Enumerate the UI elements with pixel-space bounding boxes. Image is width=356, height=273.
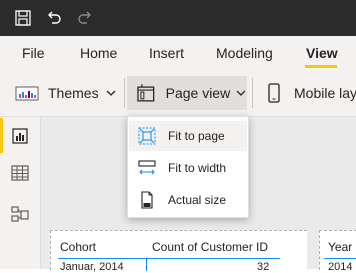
save-icon[interactable] (13, 8, 33, 28)
chevron-down-icon (236, 90, 246, 96)
chevron-down-icon (106, 90, 116, 96)
menu-item-label: Fit to page (168, 129, 225, 143)
ribbon-tabs: File Home Insert Modeling View (0, 36, 356, 70)
themes-icon (15, 86, 39, 101)
model-view-icon[interactable] (10, 204, 30, 224)
tab-home[interactable]: Home (80, 45, 117, 61)
header-divider (324, 258, 356, 259)
table-cell-year: 2014 (328, 261, 353, 273)
table-cell-cohort: Januar, 2014 (60, 261, 124, 273)
undo-icon[interactable] (44, 8, 64, 28)
header-divider (58, 258, 280, 259)
menu-item-label: Fit to width (168, 161, 227, 175)
tab-view[interactable]: View (306, 45, 338, 61)
active-view-indicator (0, 118, 3, 153)
column-header-year[interactable]: Year (328, 240, 352, 254)
title-bar (0, 0, 356, 36)
themes-label: Themes (48, 85, 99, 101)
data-view-icon[interactable] (10, 163, 30, 183)
column-header-count[interactable]: Count of Customer ID (152, 240, 268, 254)
fit-to-width-icon (138, 160, 156, 175)
tab-modeling[interactable]: Modeling (216, 45, 273, 61)
menu-item-fit-to-width[interactable]: Fit to width (129, 153, 247, 183)
tab-file[interactable]: File (22, 45, 45, 61)
ribbon-divider (124, 78, 125, 108)
redo-icon[interactable] (75, 8, 95, 28)
page-view-button[interactable]: Page view (127, 76, 247, 110)
table-visual[interactable]: Cohort Count of Customer ID Januar, 2014… (50, 230, 307, 273)
column-divider (146, 259, 147, 271)
actual-size-icon (141, 191, 153, 209)
themes-button[interactable]: Themes (14, 76, 117, 110)
table-visual-year[interactable]: Year 2014 (319, 230, 356, 273)
column-header-cohort[interactable]: Cohort (60, 240, 96, 254)
table-cell-count: 32 (257, 261, 270, 273)
ribbon: Themes Page view Mobile lay (0, 70, 356, 117)
menu-item-label: Actual size (168, 193, 227, 207)
mobile-layout-label: Mobile lay (294, 85, 356, 101)
ribbon-divider (252, 78, 253, 108)
view-switcher (0, 117, 41, 269)
page-view-label: Page view (165, 85, 231, 101)
tab-insert[interactable]: Insert (149, 45, 184, 61)
mobile-layout-button[interactable]: Mobile lay (266, 76, 356, 110)
page-view-icon (137, 84, 155, 102)
report-view-icon[interactable] (10, 126, 30, 146)
page-view-menu: Fit to page Fit to width Actual size (127, 116, 249, 218)
mobile-icon (268, 83, 280, 103)
menu-item-fit-to-page[interactable]: Fit to page (129, 121, 247, 151)
menu-item-actual-size[interactable]: Actual size (129, 185, 247, 215)
fit-to-page-icon (138, 127, 156, 145)
active-tab-indicator (305, 65, 337, 68)
